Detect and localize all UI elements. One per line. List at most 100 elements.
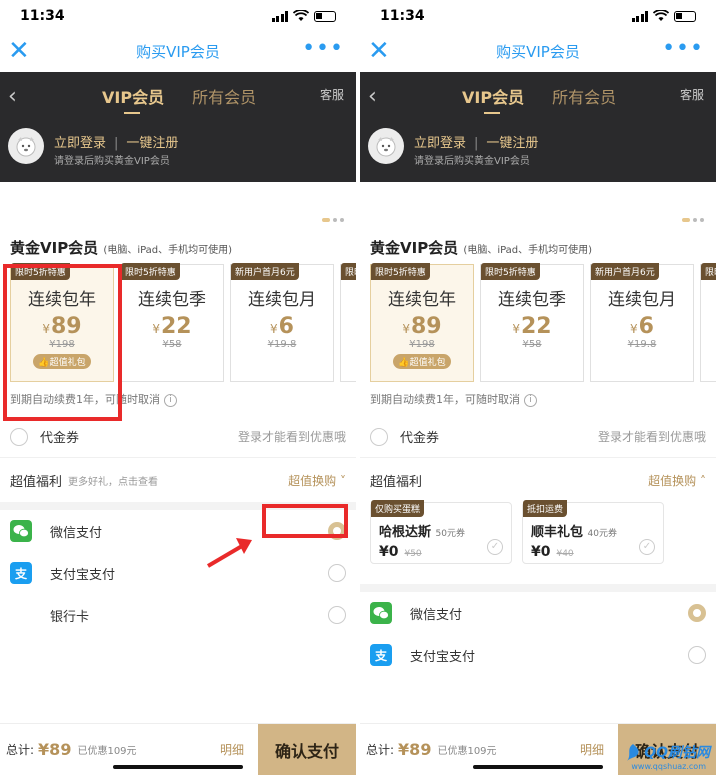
login-hint: 请登录后购买黄金VIP会员 [54, 156, 170, 167]
coupon-check-icon[interactable]: ✓ [639, 539, 655, 555]
home-indicator [473, 765, 603, 769]
payment-radio[interactable] [328, 564, 346, 582]
package-name: 连续包月 [608, 290, 676, 310]
member-tabs: VIP会员 所有会员 [102, 84, 256, 114]
page-title: 购买VIP会员 [136, 43, 220, 61]
status-bar: 11:34 [0, 0, 356, 34]
login-link[interactable]: 立即登录 [414, 136, 466, 151]
login-links: 立即登录 | 一键注册 [414, 132, 538, 151]
package-card-partial[interactable]: 限时 [340, 263, 356, 382]
customer-service-link[interactable]: 客服 [680, 86, 704, 103]
detail-link[interactable]: 明细 [580, 741, 604, 758]
payment-radio[interactable] [688, 604, 706, 622]
package-tag: 限时 [341, 263, 356, 280]
package-card-monthly[interactable]: 新用户首月6元 连续包月 ¥6 ¥19.8 [590, 263, 694, 382]
total-label: 总计: [6, 743, 35, 757]
coupon-check-icon[interactable]: ✓ [487, 539, 503, 555]
confirm-pay-button[interactable]: 确认支付 [258, 723, 356, 775]
benefits-row[interactable]: 超值福利 更多好礼，点击查看 超值换购 ˅ [0, 458, 356, 502]
package-card-quarterly[interactable]: 限时5折特惠 连续包季 ¥22 ¥58 [120, 263, 224, 382]
voucher-hint: 登录才能看到优惠哦 [597, 430, 706, 444]
right-screenshot: 11:34 ✕ 购买VIP会员 ••• ‹ VIP会员 所有会员 客服 立即登录… [360, 0, 716, 775]
benefits-label: 超值福利 [370, 474, 423, 490]
avatar-icon [376, 137, 396, 157]
voucher-row[interactable]: 代金券 登录才能看到优惠哦 [0, 416, 356, 458]
home-indicator [113, 765, 243, 769]
section-title: 黄金VIP会员 (电脑、iPad、手机均可使用) [0, 232, 356, 264]
tab-all-members[interactable]: 所有会员 [552, 84, 616, 108]
saved-amount: 已优惠109元 [437, 746, 497, 757]
payment-radio[interactable] [328, 606, 346, 624]
tab-all-members[interactable]: 所有会员 [192, 84, 256, 108]
payment-alipay[interactable]: 支 支付宝支付 [0, 552, 356, 594]
package-tag: 新用户首月6元 [231, 263, 299, 280]
voucher-radio[interactable] [10, 427, 28, 446]
close-icon[interactable]: ✕ [368, 36, 390, 66]
package-tag: 限时5折特惠 [481, 263, 540, 280]
tab-vip[interactable]: VIP会员 [462, 84, 524, 114]
payment-alipay[interactable]: 支 支付宝支付 [360, 634, 716, 676]
more-icon[interactable]: ••• [302, 38, 344, 60]
benefits-expand-link[interactable]: 超值换购 ˅ [288, 472, 346, 489]
close-icon[interactable]: ✕ [8, 36, 30, 66]
arrow-icon [206, 538, 252, 568]
package-name: 连续包年 [388, 290, 456, 310]
cellular-signal-icon [631, 10, 648, 22]
left-screenshot: 11:34 ✕ 购买VIP会员 ••• ‹ VIP会员 所有会员 客服 立即登录… [0, 0, 356, 775]
detail-link[interactable]: 明细 [220, 741, 244, 758]
package-price: ¥22 [152, 314, 192, 339]
customer-service-link[interactable]: 客服 [320, 86, 344, 103]
benefits-collapse-link[interactable]: 超值换购 ˄ [648, 472, 706, 489]
package-card-partial[interactable]: 限时 [700, 263, 716, 382]
package-original-price: ¥198 [409, 339, 435, 350]
package-price: ¥6 [270, 314, 294, 339]
member-tabs: VIP会员 所有会员 [462, 84, 616, 114]
payment-wechat[interactable]: 微信支付 [360, 592, 716, 634]
watermark-text: QQ刷钻网 [644, 745, 710, 761]
register-link[interactable]: 一键注册 [126, 136, 178, 151]
package-card-quarterly[interactable]: 限时5折特惠 连续包季 ¥22 ¥58 [480, 263, 584, 382]
vip-header: ‹ VIP会员 所有会员 客服 立即登录 | 一键注册 请登录后购买黄金VIP会员 [360, 72, 716, 182]
package-cards: 限时5折特惠 连续包年 ¥89 ¥198 👍超值礼包 限时5折特惠 连续包季 ¥… [360, 263, 716, 390]
benefits-label: 超值福利 [10, 474, 63, 490]
register-link[interactable]: 一键注册 [486, 136, 538, 151]
benefits-row[interactable]: 超值福利 超值换购 ˄ [360, 458, 716, 502]
back-icon[interactable]: ‹ [8, 84, 17, 109]
wechat-pay-icon [370, 602, 392, 624]
dragon-logo-icon [627, 744, 639, 761]
exchange-coupons: 仅购买蛋糕 哈根达斯 50元券 ¥0 ¥50 ✓ 抵扣运费 顺丰礼包 40元券 ¥… [360, 500, 716, 584]
payment-bankcard[interactable]: 银行卡 [0, 594, 356, 636]
page-title: 购买VIP会员 [496, 43, 580, 61]
voucher-radio[interactable] [370, 427, 388, 446]
highlight-box-benefits [262, 504, 348, 538]
cellular-signal-icon [271, 10, 288, 22]
avatar[interactable] [8, 128, 44, 164]
vip-header: ‹ VIP会员 所有会员 客服 立即登录 | 一键注册 请登录后购买黄金VIP会员 [0, 72, 356, 182]
package-original-price: ¥19.8 [267, 339, 297, 350]
package-tag: 限时5折特惠 [371, 263, 430, 280]
coupon-card[interactable]: 抵扣运费 顺丰礼包 40元券 ¥0 ¥40 ✓ [522, 500, 664, 564]
back-icon[interactable]: ‹ [368, 84, 377, 109]
package-card-monthly[interactable]: 新用户首月6元 连续包月 ¥6 ¥19.8 [230, 263, 334, 382]
login-link[interactable]: 立即登录 [54, 136, 106, 151]
package-card-yearly[interactable]: 限时5折特惠 连续包年 ¥89 ¥198 👍超值礼包 [370, 263, 474, 382]
auto-renew-note: 到期自动续费1年，可随时取消 i [360, 390, 716, 416]
voucher-row[interactable]: 代金券 登录才能看到优惠哦 [360, 416, 716, 458]
avatar[interactable] [368, 128, 404, 164]
package-name: 连续包月 [248, 290, 316, 310]
package-tag: 限时 [701, 263, 716, 280]
payment-radio[interactable] [688, 646, 706, 664]
wifi-icon [293, 10, 309, 21]
voucher-label: 代金券 [40, 431, 80, 446]
coupon-name: 顺丰礼包 40元券 [531, 525, 617, 540]
section-title-text: 黄金VIP会员 [10, 239, 99, 257]
tab-vip[interactable]: VIP会员 [102, 84, 164, 114]
nav-bar: ✕ 购买VIP会员 ••• [360, 34, 716, 72]
coupon-card[interactable]: 仅购买蛋糕 哈根达斯 50元券 ¥0 ¥50 ✓ [370, 500, 512, 564]
payment-label: 微信支付 [410, 607, 463, 623]
package-name: 连续包季 [498, 290, 566, 310]
more-icon[interactable]: ••• [662, 38, 704, 60]
payment-label: 支付宝支付 [50, 567, 116, 583]
info-icon[interactable]: i [164, 393, 177, 407]
info-icon[interactable]: i [524, 393, 537, 407]
